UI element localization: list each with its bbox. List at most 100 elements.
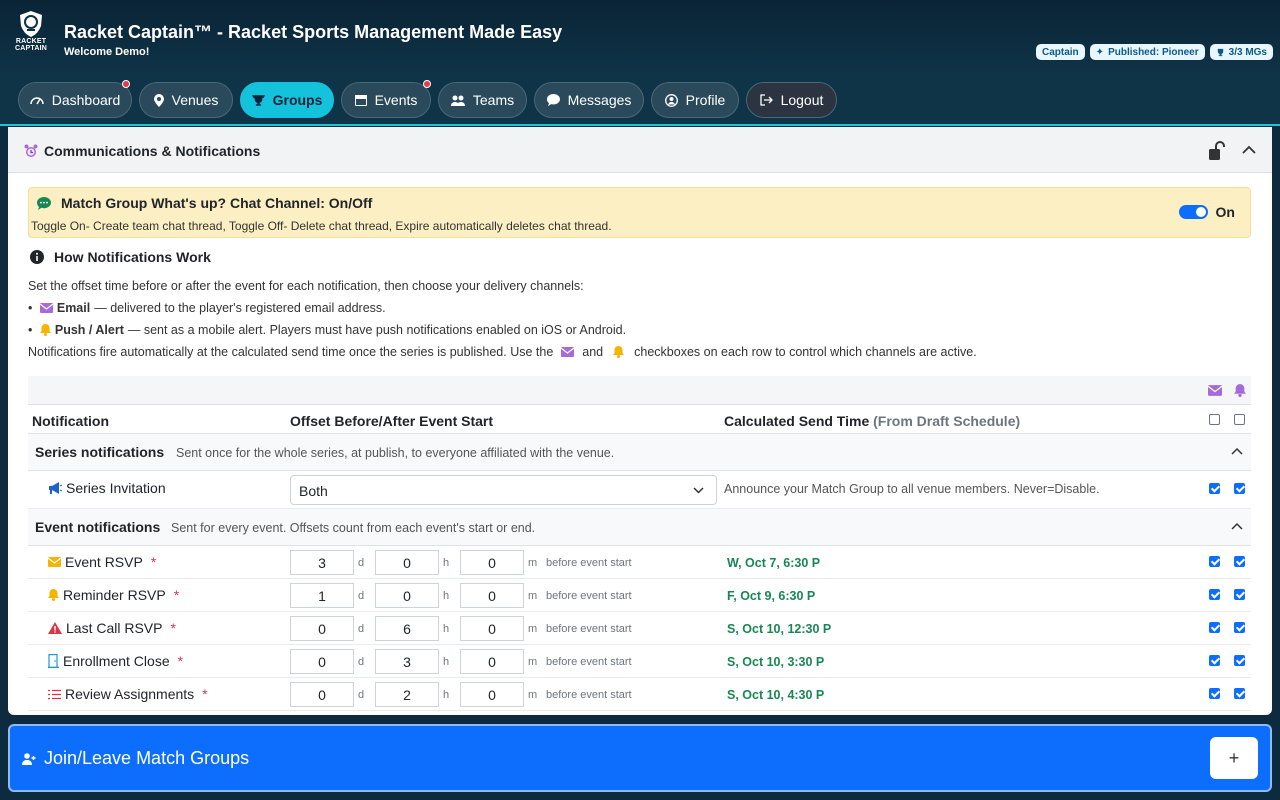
- series-section-header[interactable]: Series notifications Sent once for the w…: [28, 434, 1251, 471]
- reminder-rsvp-hours-input[interactable]: 0: [375, 583, 439, 608]
- last-call-rsvp-push-checkbox[interactable]: [1234, 622, 1245, 633]
- push-label: Push / Alert: [54, 323, 124, 337]
- chat-toggle[interactable]: On: [1178, 204, 1235, 220]
- review-assignments-send-time: S, Oct 10, 4:30 P: [727, 688, 825, 702]
- nav-profile-label: Profile: [685, 92, 726, 108]
- reminder-rsvp-name: Reminder RSVP *: [48, 587, 179, 603]
- card-header[interactable]: Communications & Notifications: [8, 127, 1272, 173]
- enrollment-close-days-input[interactable]: 0: [290, 649, 354, 674]
- last-call-rsvp-name: Last Call RSVP *: [48, 620, 176, 636]
- reminder-rsvp-email-checkbox[interactable]: [1209, 589, 1220, 600]
- card-title: Communications & Notifications: [24, 143, 260, 159]
- required-mark: *: [202, 686, 208, 702]
- chevron-up-icon[interactable]: [1231, 447, 1243, 455]
- last-call-rsvp-minutes-input[interactable]: 0: [460, 616, 524, 641]
- unit-hours: h: [443, 557, 450, 569]
- series-invitation-select[interactable]: Both: [290, 475, 717, 505]
- series-invitation-push-checkbox[interactable]: [1234, 483, 1245, 494]
- review-assignments-minutes-input[interactable]: 0: [460, 682, 524, 707]
- event-rsvp-label: Event RSVP: [65, 554, 143, 570]
- trophy-icon: [251, 94, 265, 106]
- bell-icon: [613, 346, 625, 358]
- nav-events[interactable]: Events: [341, 80, 431, 118]
- unit-hours: h: [443, 689, 450, 701]
- event-rsvp-name: Event RSVP *: [48, 554, 156, 570]
- published-badge-label: Published: Pioneer: [1108, 46, 1199, 58]
- enrollment-close-push-checkbox[interactable]: [1234, 655, 1245, 666]
- select-all-push-checkbox[interactable]: [1234, 414, 1245, 425]
- push-desc: — sent as a mobile alert. Players must h…: [127, 323, 627, 337]
- nav-logout[interactable]: Logout: [746, 82, 837, 118]
- series-invitation-email-checkbox[interactable]: [1209, 483, 1220, 494]
- event-rsvp-days-input[interactable]: 3: [290, 550, 354, 575]
- last-call-rsvp-label: Last Call RSVP: [66, 620, 163, 636]
- warning-icon: [48, 622, 62, 634]
- enrollment-close-email-checkbox[interactable]: [1209, 655, 1220, 666]
- col-notification: Notification: [32, 413, 109, 429]
- fire-info-1: Notifications fire automatically at the …: [28, 345, 554, 359]
- nav-dashboard[interactable]: Dashboard: [18, 80, 132, 118]
- nav-profile[interactable]: Profile: [651, 82, 739, 118]
- expand-join-button[interactable]: +: [1210, 737, 1258, 779]
- chevron-down-icon: [693, 487, 704, 494]
- last-call-rsvp-days-input[interactable]: 0: [290, 616, 354, 641]
- reminder-rsvp-minutes-input[interactable]: 0: [460, 583, 524, 608]
- review-assignments-row: Review Assignments * 0 d 2 h 0 m before e…: [28, 678, 1251, 711]
- reminder-rsvp-push-checkbox[interactable]: [1234, 589, 1245, 600]
- bell-icon: [1234, 384, 1246, 397]
- how-notifications-title-text: How Notifications Work: [54, 249, 211, 265]
- chevron-up-icon[interactable]: [1231, 522, 1243, 530]
- bullet: •: [28, 301, 36, 315]
- event-rsvp-hours-input[interactable]: 0: [375, 550, 439, 575]
- unit-days: d: [358, 689, 365, 701]
- reminder-rsvp-days-input[interactable]: 1: [290, 583, 354, 608]
- offset-suffix: before event start: [546, 590, 632, 602]
- unit-hours: h: [443, 623, 450, 635]
- alarm-clock-icon: [24, 144, 38, 157]
- enrollment-close-hours-input[interactable]: 3: [375, 649, 439, 674]
- nav-messages[interactable]: Messages: [534, 82, 644, 118]
- unlock-icon[interactable]: [1208, 141, 1226, 161]
- review-assignments-hours-input[interactable]: 2: [375, 682, 439, 707]
- chat-channel-title-text: Match Group What's up? Chat Channel: On/…: [61, 195, 373, 211]
- chat-toggle-switch[interactable]: [1178, 205, 1208, 219]
- event-section-header[interactable]: Event notifications Sent for every event…: [28, 509, 1251, 546]
- select-all-email-checkbox[interactable]: [1209, 414, 1220, 425]
- app-logo[interactable]: RACKET CAPTAIN: [14, 10, 48, 58]
- series-invitation-select-value: Both: [299, 483, 328, 499]
- event-section-title: Event notifications: [35, 519, 161, 535]
- last-call-rsvp-hours-input[interactable]: 6: [375, 616, 439, 641]
- col-offset: Offset Before/After Event Start: [290, 413, 494, 429]
- how-notifications-title: How Notifications Work: [30, 249, 211, 265]
- nav-events-label: Events: [374, 92, 418, 108]
- map-pin-icon: [153, 93, 164, 107]
- nav-venues-label: Venues: [171, 92, 219, 108]
- welcome-text: Welcome Demo!: [64, 46, 150, 58]
- chat-channel-desc: Toggle On- Create team chat thread, Togg…: [31, 219, 612, 233]
- enrollment-close-minutes-input[interactable]: 0: [460, 649, 524, 674]
- nav-groups-label: Groups: [272, 92, 323, 108]
- required-mark: *: [177, 653, 184, 669]
- chevron-up-icon[interactable]: [1242, 145, 1256, 154]
- header-badges: Captain ✦ Published: Pioneer 3/3 MGs: [1036, 44, 1273, 60]
- reminder-rsvp-send-time: F, Oct 9, 6:30 P: [727, 589, 816, 603]
- unit-minutes: m: [528, 689, 538, 701]
- event-rsvp-push-checkbox[interactable]: [1234, 556, 1245, 567]
- series-invitation-note: Announce your Match Group to all venue m…: [724, 482, 1100, 496]
- nav-groups[interactable]: Groups: [240, 82, 334, 118]
- event-rsvp-email-checkbox[interactable]: [1209, 556, 1220, 567]
- review-assignments-push-checkbox[interactable]: [1234, 688, 1245, 699]
- review-assignments-email-checkbox[interactable]: [1209, 688, 1220, 699]
- join-leave-card[interactable]: Join/Leave Match Groups +: [8, 724, 1272, 792]
- nav-teams[interactable]: Teams: [438, 82, 527, 118]
- series-invitation-row: Series Invitation Both Announce your Mat…: [28, 471, 1251, 509]
- calendar-icon: [354, 95, 367, 106]
- review-assignments-days-input[interactable]: 0: [290, 682, 354, 707]
- event-section-desc: Sent for every event. Offsets count from…: [171, 521, 536, 535]
- offset-suffix: before event start: [546, 623, 632, 635]
- nav-venues[interactable]: Venues: [139, 82, 233, 118]
- last-call-rsvp-email-checkbox[interactable]: [1209, 622, 1220, 633]
- mgs-badge: 3/3 MGs: [1209, 44, 1273, 60]
- event-rsvp-minutes-input[interactable]: 0: [460, 550, 524, 575]
- required-mark: *: [150, 554, 157, 570]
